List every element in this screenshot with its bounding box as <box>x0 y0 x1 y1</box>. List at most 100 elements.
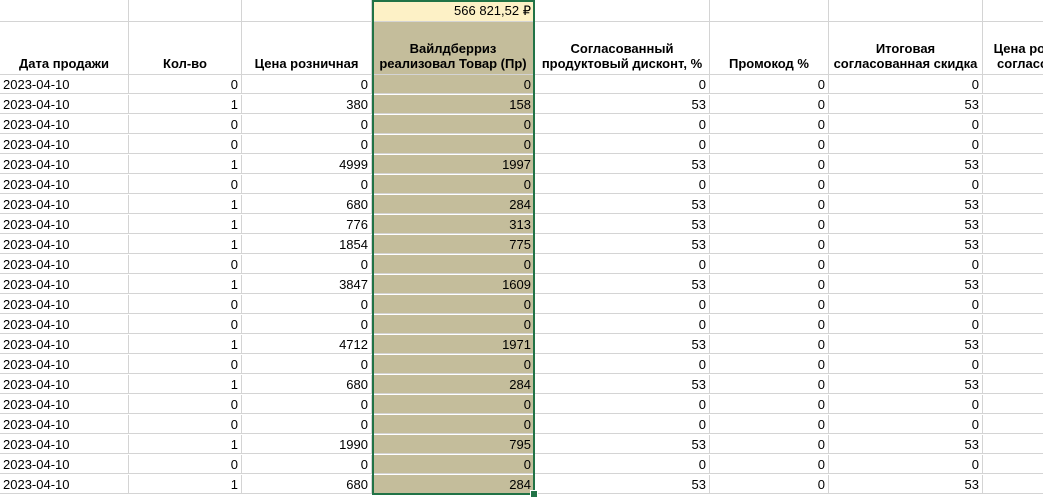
cell[interactable]: 2023-04-10 <box>0 75 129 94</box>
cell[interactable]: 1 <box>129 435 242 454</box>
cell[interactable]: 0 <box>242 415 372 434</box>
cell[interactable]: 0 <box>829 355 983 374</box>
cell[interactable]: 0 <box>372 315 535 334</box>
cell[interactable]: 2023-04-10 <box>0 215 129 234</box>
cell[interactable]: 0 <box>710 355 829 374</box>
cell[interactable]: 53 <box>535 235 710 254</box>
cell[interactable]: 0 <box>535 455 710 474</box>
cell[interactable]: 0 <box>129 415 242 434</box>
cell[interactable]: 53 <box>829 335 983 354</box>
cell[interactable]: 0 <box>372 295 535 314</box>
cell[interactable]: 0 <box>710 235 829 254</box>
cell[interactable]: 53 <box>535 155 710 174</box>
cell[interactable] <box>983 315 1043 334</box>
cell[interactable]: 0 <box>242 255 372 274</box>
cell[interactable] <box>983 355 1043 374</box>
cell[interactable]: 0 <box>535 395 710 414</box>
cell[interactable] <box>129 0 242 22</box>
cell[interactable] <box>983 135 1043 154</box>
header-retail-price-discounted[interactable]: Цена розсогласо <box>983 22 1043 75</box>
header-sale-date[interactable]: Дата продажи <box>0 22 129 75</box>
cell[interactable] <box>535 0 710 22</box>
cell[interactable]: 1990 <box>242 435 372 454</box>
cell[interactable]: 3847 <box>242 275 372 294</box>
cell[interactable]: 0 <box>129 115 242 134</box>
cell[interactable]: 2023-04-10 <box>0 275 129 294</box>
cell[interactable]: 4712 <box>242 335 372 354</box>
cell[interactable]: 53 <box>829 275 983 294</box>
cell[interactable]: 53 <box>535 435 710 454</box>
cell[interactable] <box>983 195 1043 214</box>
cell[interactable]: 0 <box>710 275 829 294</box>
cell[interactable]: 0 <box>829 395 983 414</box>
cell[interactable]: 284 <box>372 375 535 394</box>
cell[interactable]: 0 <box>829 455 983 474</box>
cell[interactable]: 0 <box>129 355 242 374</box>
cell[interactable]: 2023-04-10 <box>0 455 129 474</box>
cell[interactable]: 0 <box>129 295 242 314</box>
cell[interactable]: 1 <box>129 375 242 394</box>
cell[interactable]: 0 <box>829 115 983 134</box>
cell[interactable]: 53 <box>535 195 710 214</box>
cell[interactable]: 1997 <box>372 155 535 174</box>
cell[interactable]: 2023-04-10 <box>0 95 129 114</box>
cell[interactable]: 0 <box>829 135 983 154</box>
cell[interactable]: 53 <box>535 275 710 294</box>
cell[interactable]: 53 <box>535 375 710 394</box>
cell[interactable]: 0 <box>829 175 983 194</box>
cell[interactable]: 795 <box>372 435 535 454</box>
cell[interactable]: 53 <box>535 335 710 354</box>
cell[interactable]: 0 <box>242 395 372 414</box>
cell[interactable]: 0 <box>129 395 242 414</box>
cell[interactable] <box>983 455 1043 474</box>
cell[interactable]: 0 <box>710 295 829 314</box>
cell[interactable]: 2023-04-10 <box>0 135 129 154</box>
cell[interactable]: 0 <box>710 255 829 274</box>
cell[interactable] <box>983 155 1043 174</box>
cell[interactable]: 0 <box>535 75 710 94</box>
cell[interactable]: 53 <box>535 215 710 234</box>
cell[interactable] <box>983 415 1043 434</box>
header-quantity[interactable]: Кол-во <box>129 22 242 75</box>
cell[interactable]: 53 <box>829 435 983 454</box>
cell[interactable]: 0 <box>242 135 372 154</box>
cell[interactable]: 0 <box>242 315 372 334</box>
cell[interactable]: 1 <box>129 335 242 354</box>
cell[interactable]: 2023-04-10 <box>0 255 129 274</box>
cell[interactable] <box>983 235 1043 254</box>
cell[interactable]: 0 <box>710 75 829 94</box>
header-retail-price[interactable]: Цена розничная <box>242 22 372 75</box>
cell[interactable]: 0 <box>242 175 372 194</box>
cell[interactable]: 1 <box>129 215 242 234</box>
cell[interactable]: 0 <box>129 175 242 194</box>
cell[interactable]: 2023-04-10 <box>0 175 129 194</box>
cell[interactable] <box>983 395 1043 414</box>
cell[interactable]: 0 <box>535 175 710 194</box>
header-wb-realized[interactable]: Вайлдберриз реализовал Товар (Пр) <box>372 22 535 75</box>
cell[interactable]: 0 <box>129 135 242 154</box>
cell[interactable]: 53 <box>829 235 983 254</box>
cell[interactable]: 2023-04-10 <box>0 115 129 134</box>
cell[interactable]: 0 <box>535 255 710 274</box>
cell[interactable]: 0 <box>535 115 710 134</box>
cell[interactable]: 0 <box>710 395 829 414</box>
cell[interactable]: 0 <box>710 415 829 434</box>
cell[interactable]: 0 <box>710 195 829 214</box>
cell[interactable]: 0 <box>710 335 829 354</box>
cell[interactable]: 2023-04-10 <box>0 315 129 334</box>
cell[interactable]: 776 <box>242 215 372 234</box>
cell[interactable]: 284 <box>372 475 535 494</box>
fill-handle[interactable] <box>530 490 538 497</box>
cell[interactable]: 2023-04-10 <box>0 435 129 454</box>
cell[interactable]: 53 <box>829 155 983 174</box>
cell[interactable]: 680 <box>242 475 372 494</box>
cell[interactable] <box>829 0 983 22</box>
cell[interactable]: 2023-04-10 <box>0 235 129 254</box>
cell[interactable]: 0 <box>372 355 535 374</box>
cell[interactable] <box>983 255 1043 274</box>
cell[interactable]: 0 <box>129 255 242 274</box>
cell[interactable]: 2023-04-10 <box>0 335 129 354</box>
cell[interactable]: 0 <box>710 435 829 454</box>
header-total-discount[interactable]: Итоговая согласованная скидка <box>829 22 983 75</box>
cell[interactable]: 0 <box>535 295 710 314</box>
